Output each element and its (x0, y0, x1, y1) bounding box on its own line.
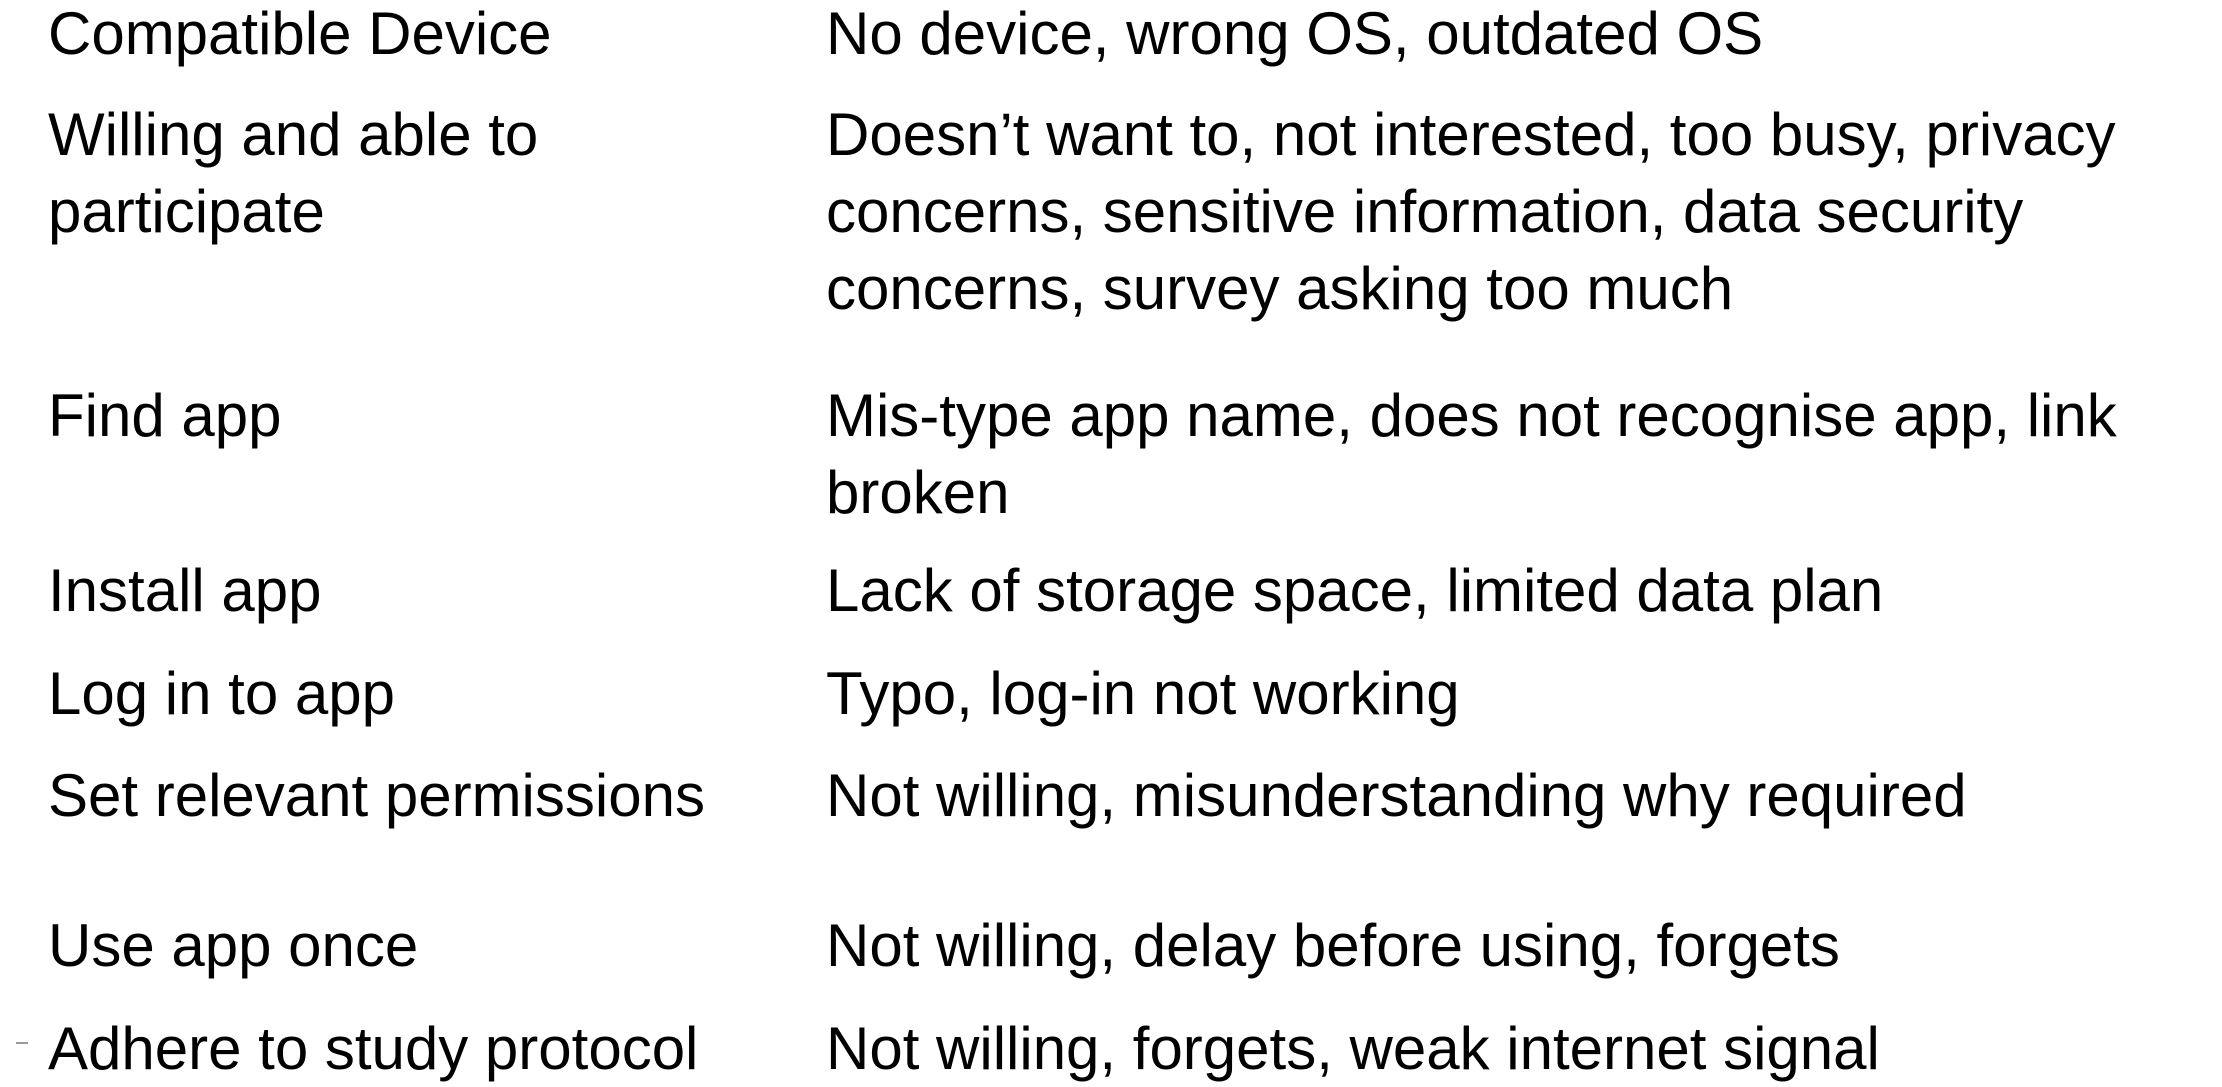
step-label: Willing and able to participate (48, 96, 808, 250)
barrier-line: Lack of storage space, limited data plan (826, 557, 1884, 624)
barrier-text: Not willing, forgets, weak internet sign… (826, 1010, 2206, 1087)
barrier-text: Lack of storage space, limited data plan (826, 552, 2206, 629)
barrier-text: Mis-type app name, does not recognise ap… (826, 377, 2206, 531)
barrier-line: Not willing, forgets, weak internet sign… (826, 1015, 1880, 1082)
barrier-text: Not willing, delay before using, forgets (826, 907, 2206, 984)
barrier-line: Not willing, delay before using, forgets (826, 912, 1840, 979)
step-label: Use app once (48, 912, 419, 979)
barrier-line: Not willing, misunderstanding why requir… (826, 762, 1967, 829)
edge-marker (16, 1042, 28, 1044)
barrier-line: broken (826, 459, 1010, 526)
barrier-text: Doesn’t want to, not interested, too bus… (826, 96, 2206, 327)
barrier-line: concerns, survey asking too much (826, 255, 1734, 322)
barrier-line: concerns, sensitive information, data se… (826, 178, 2024, 245)
step-label: Adhere to study protocol (48, 1015, 699, 1082)
barrier-text: Not willing, misunderstanding why requir… (826, 757, 2206, 834)
barrier-text: Typo, log-in not working (826, 655, 2206, 732)
step-label: Set relevant permissions (48, 762, 705, 829)
step-line: participate (48, 178, 325, 245)
step-line: Willing and able to (48, 101, 539, 168)
barrier-line: Doesn’t want to, not interested, too bus… (826, 101, 2116, 168)
step-label: Find app (48, 382, 282, 449)
barrier-text: No device, wrong OS, outdated OS (826, 0, 2206, 72)
barrier-line: Typo, log-in not working (826, 660, 1460, 727)
step-label: Compatible Device (48, 0, 552, 67)
barrier-line: No device, wrong OS, outdated OS (826, 0, 1764, 67)
step-label: Log in to app (48, 660, 395, 727)
step-label: Install app (48, 557, 322, 624)
barrier-line: Mis-type app name, does not recognise ap… (826, 382, 2117, 449)
steps-barriers-table: Compatible Device No device, wrong OS, o… (0, 0, 2222, 1082)
